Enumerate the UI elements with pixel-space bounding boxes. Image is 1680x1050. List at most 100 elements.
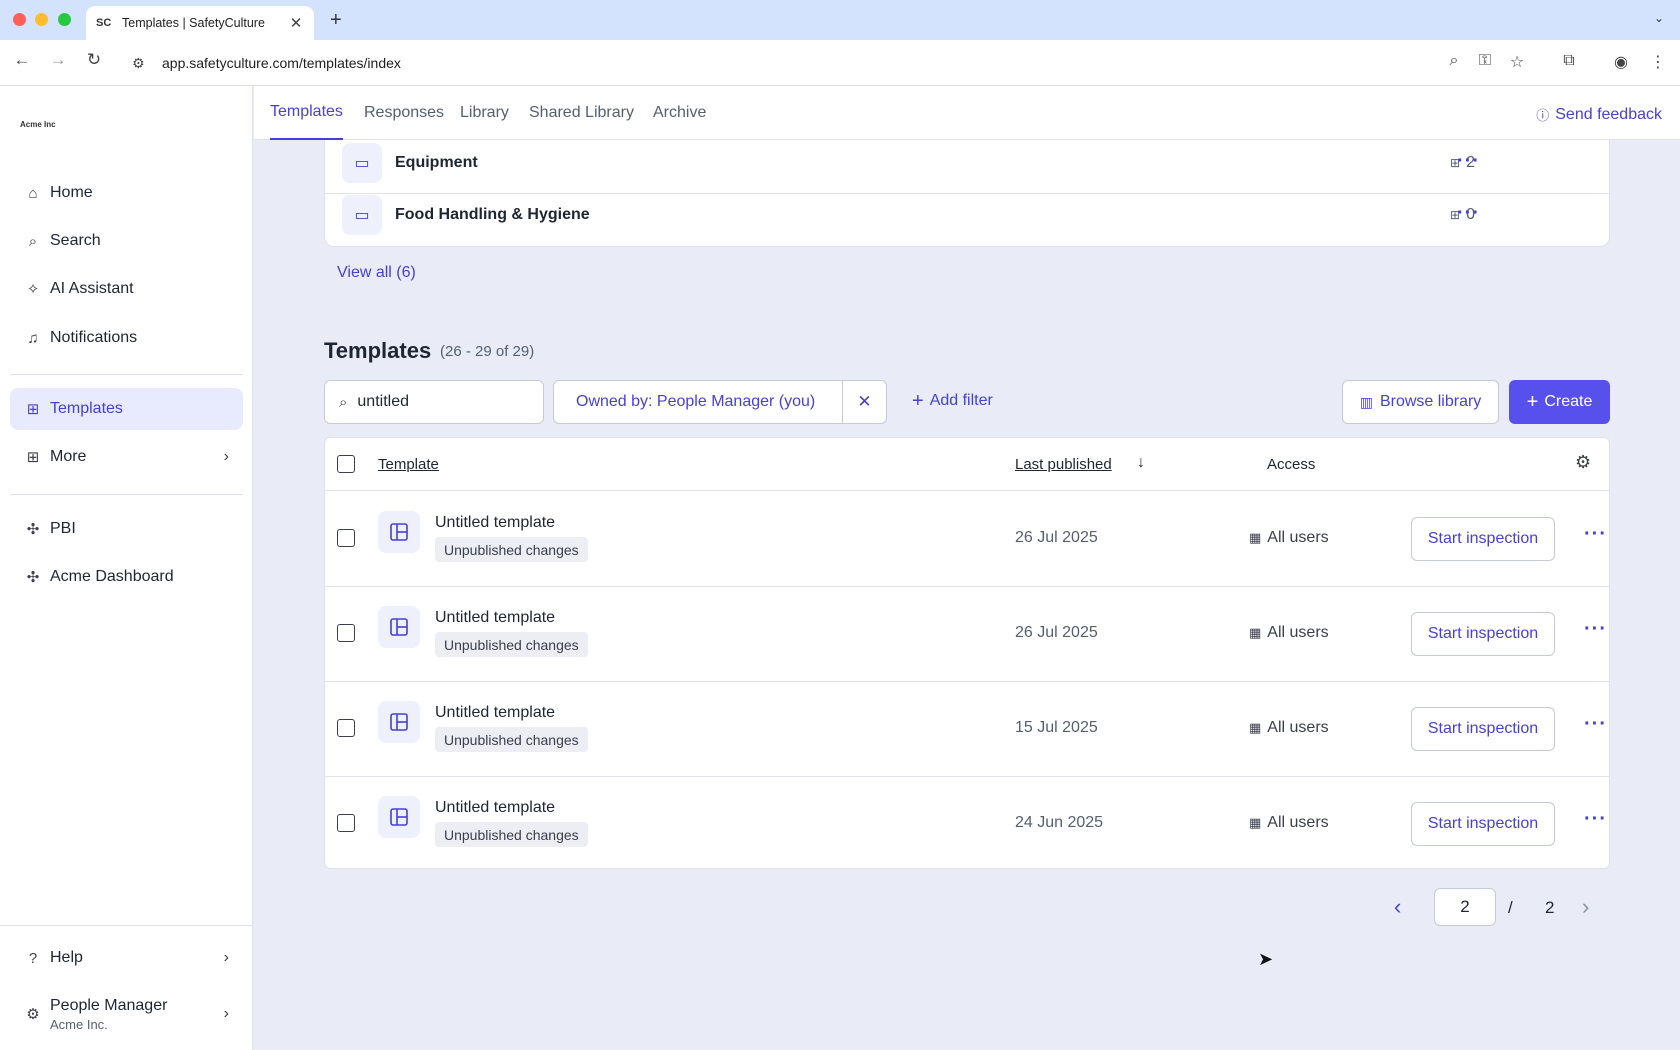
star-icon[interactable]: ☆ (1506, 52, 1528, 72)
sidebar-item-search[interactable]: ⌕ Search (10, 220, 243, 262)
folder-more-options-button[interactable]: ··· (1457, 150, 1480, 173)
browse-library-button[interactable]: ▥ Browse library (1342, 380, 1499, 424)
column-last-published[interactable]: Last published (1015, 456, 1112, 473)
sidebar-divider (10, 494, 243, 495)
row-checkbox[interactable] (337, 529, 355, 547)
address-bar[interactable]: ⚙ app.safetyculture.com/templates/index (120, 46, 1480, 80)
sidebar-item-acme-dashboard[interactable]: ✣ Acme Dashboard (10, 556, 243, 598)
page-number-input[interactable] (1434, 888, 1496, 926)
remove-filter-close-icon[interactable]: ✕ (842, 381, 886, 423)
org-logo[interactable]: Acme Inc (20, 120, 56, 129)
tab-close-icon[interactable]: ✕ (288, 14, 304, 32)
owner-filter-label[interactable]: Owned by: People Manager (you) (554, 393, 842, 411)
forward-arrow-icon[interactable]: → (46, 50, 70, 70)
table-row[interactable]: Untitled template Unpublished changes 15… (325, 682, 1609, 777)
sidebar-item-help[interactable]: ? Help › (10, 937, 243, 979)
user-info: People Manager Acme Inc. (50, 997, 167, 1032)
template-icon (378, 606, 420, 648)
tab-search-chevron-icon[interactable]: ⌄ (1654, 11, 1664, 25)
reload-icon[interactable]: ↻ (82, 50, 106, 70)
close-window-button[interactable] (13, 13, 26, 26)
template-icon (378, 701, 420, 743)
sidebar-item-more[interactable]: ⊞ More › (10, 436, 243, 478)
site-settings-icon[interactable]: ⚙ (132, 55, 152, 72)
sidebar-user-profile[interactable]: ⚙ People Manager Acme Inc. › (10, 987, 243, 1041)
building-icon: ▦ (1249, 720, 1262, 735)
row-checkbox[interactable] (337, 719, 355, 737)
row-checkbox[interactable] (337, 624, 355, 642)
row-more-options-button[interactable]: ··· (1584, 808, 1607, 831)
sidebar-item-ai-assistant[interactable]: ✧ AI Assistant (10, 268, 243, 310)
browser-tab[interactable]: SC Templates | SafetyCulture ✕ (86, 6, 314, 40)
row-more-options-button[interactable]: ··· (1584, 523, 1607, 546)
new-tab-button[interactable]: + (330, 9, 342, 32)
bell-icon: ♫ (27, 329, 39, 347)
start-inspection-button[interactable]: Start inspection (1411, 517, 1555, 561)
favicon-icon: SC (96, 17, 112, 29)
sidebar-item-templates[interactable]: ⊞ Templates (10, 388, 243, 430)
column-template[interactable]: Template (378, 456, 439, 473)
browser-tab-bar: SC Templates | SafetyCulture ✕ + ⌄ (0, 0, 1680, 40)
maximize-window-button[interactable] (58, 13, 71, 26)
sidebar-divider (0, 925, 253, 926)
sidebar-item-notifications[interactable]: ♫ Notifications (10, 317, 243, 359)
row-more-options-button[interactable]: ··· (1584, 713, 1607, 736)
view-all-folders-link[interactable]: View all (6) (337, 264, 416, 282)
previous-page-chevron-icon[interactable]: ‹ (1394, 894, 1401, 920)
start-inspection-button[interactable]: Start inspection (1411, 707, 1555, 751)
tab-title: Templates | SafetyCulture (122, 16, 265, 30)
minimize-window-button[interactable] (35, 13, 48, 26)
zoom-icon[interactable]: ⌕ (1443, 52, 1465, 70)
template-name[interactable]: Untitled template (435, 799, 555, 817)
sort-descending-arrow-icon[interactable]: ↓ (1137, 454, 1145, 472)
sidebar-item-pbi[interactable]: ✣ PBI (10, 508, 243, 550)
plus-icon: + (1526, 391, 1539, 413)
table-row[interactable]: Untitled template Unpublished changes 26… (325, 492, 1609, 587)
select-all-checkbox[interactable] (337, 455, 355, 473)
back-arrow-icon[interactable]: ← (10, 50, 34, 70)
status-badge: Unpublished changes (435, 822, 588, 847)
status-badge: Unpublished changes (435, 537, 588, 562)
table-row[interactable]: Untitled template Unpublished changes 24… (325, 777, 1609, 868)
owner-filter-chip[interactable]: Owned by: People Manager (you) ✕ (553, 380, 887, 424)
menu-kebab-icon[interactable]: ⋮ (1647, 52, 1669, 72)
building-icon: ▦ (1249, 625, 1262, 640)
row-checkbox[interactable] (337, 814, 355, 832)
next-page-chevron-icon[interactable]: › (1582, 894, 1589, 920)
search-icon: ⌕ (28, 232, 38, 250)
mouse-cursor-icon: ➤ (1258, 949, 1274, 969)
chevron-right-icon: › (223, 448, 229, 465)
folder-more-options-button[interactable]: ··· (1457, 202, 1480, 225)
templates-section-title: Templates (324, 338, 432, 363)
feedback-icon: ⓘ (1536, 108, 1550, 123)
grid-icon: ⊞ (26, 449, 40, 466)
start-inspection-button[interactable]: Start inspection (1411, 612, 1555, 656)
create-button[interactable]: + Create (1509, 380, 1610, 424)
row-more-options-button[interactable]: ··· (1584, 618, 1607, 641)
chevron-right-icon: › (223, 949, 229, 966)
template-search[interactable]: ⌕ (324, 380, 544, 424)
library-icon: ▥ (1359, 393, 1373, 410)
search-icon: ⌕ (339, 393, 348, 411)
folder-icon: ▭ (342, 195, 382, 235)
send-feedback-link[interactable]: ⓘ Send feedback (1536, 105, 1662, 124)
plus-icon: + (912, 390, 924, 412)
building-icon: ▦ (1249, 530, 1262, 545)
sidebar-item-home[interactable]: ⌂ Home (10, 172, 243, 214)
last-published-date: 15 Jul 2025 (1015, 719, 1098, 736)
table-row[interactable]: Untitled template Unpublished changes 26… (325, 587, 1609, 682)
gear-icon[interactable]: ⚙ (1575, 452, 1591, 473)
template-name[interactable]: Untitled template (435, 609, 555, 627)
template-name[interactable]: Untitled template (435, 704, 555, 722)
template-search-input[interactable] (357, 393, 518, 411)
add-filter-button[interactable]: + Add filter (912, 390, 993, 412)
folder-row[interactable]: ▭ Food Handling & Hygiene ⊞ 0 ··· (325, 184, 1611, 246)
extensions-icon[interactable]: ⧉ (1558, 52, 1580, 70)
key-icon[interactable]: ⚿ (1474, 52, 1496, 70)
last-published-date: 26 Jul 2025 (1015, 529, 1098, 546)
last-published-date: 26 Jul 2025 (1015, 624, 1098, 641)
start-inspection-button[interactable]: Start inspection (1411, 802, 1555, 846)
profile-icon[interactable]: ◉ (1610, 52, 1632, 72)
url-text: app.safetyculture.com/templates/index (162, 55, 401, 71)
template-name[interactable]: Untitled template (435, 514, 555, 532)
